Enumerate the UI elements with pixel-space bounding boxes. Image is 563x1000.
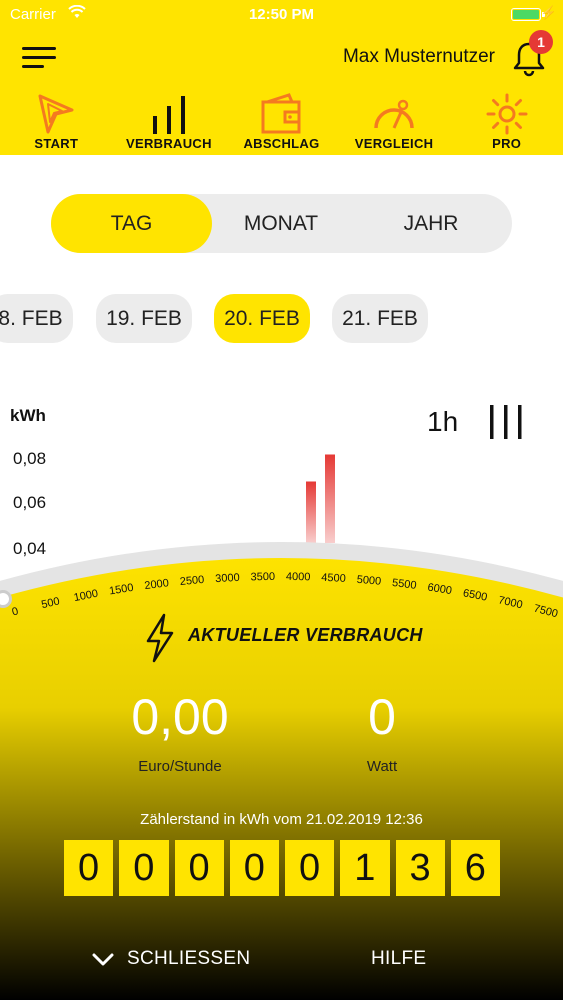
gauge-tick-label: 2500	[179, 574, 204, 588]
date-chip[interactable]: 21. FEB	[332, 294, 428, 343]
gauge-tick-label: 4000	[286, 571, 311, 583]
segment-monat[interactable]: MONAT	[206, 194, 356, 253]
menu-line	[22, 65, 44, 68]
date-chip-selected[interactable]: 20. FEB	[214, 294, 310, 343]
status-bar: Carrier 12:50 PM ⚡	[0, 0, 563, 30]
start-arrow-icon	[38, 94, 74, 134]
nav-item-abschlag[interactable]: ABSCHLAG	[225, 90, 338, 152]
gauge-panel: 0500 1000 1500 2000 2500 3000 3500 4000 4500 5000…	[0, 542, 563, 1000]
meter-digit: 0	[229, 840, 279, 896]
nav-label: START	[34, 136, 79, 151]
menu-line	[22, 56, 56, 59]
nav-label: VERGLEICH	[354, 136, 434, 151]
meter-digit: 0	[119, 840, 169, 896]
gauge-tick-label: 3000	[215, 572, 240, 585]
nav-item-start[interactable]: START	[0, 90, 113, 152]
header-bar: Carrier 12:50 PM ⚡ Max Musternutzer 1 ST…	[0, 0, 563, 155]
power-value: 0	[368, 689, 396, 745]
notification-badge: 1	[529, 30, 553, 54]
menu-line	[22, 47, 56, 50]
date-chip[interactable]: 19. FEB	[96, 294, 192, 343]
meter-digit: 0	[174, 840, 224, 896]
lightning-icon	[146, 613, 174, 663]
chevron-down-icon[interactable]	[92, 951, 114, 969]
charging-icon: ⚡	[540, 5, 557, 20]
meter-digit: 0	[64, 840, 114, 896]
cost-value: 0,00	[131, 689, 229, 745]
gauge-tick-label: 3500	[250, 571, 275, 583]
clock: 12:50 PM	[248, 6, 315, 23]
segment-jahr[interactable]: JAHR	[356, 194, 506, 253]
nav-item-vergleich[interactable]: VERGLEICH	[338, 90, 451, 152]
nav-label: PRO	[492, 136, 522, 151]
gauge-icon	[374, 99, 414, 129]
username: Max Musternutzer	[342, 46, 495, 67]
date-chip[interactable]: 8. FEB	[0, 294, 73, 343]
meter-reading-caption: Zählerstand in kWh vom 21.02.2019 12:36	[140, 811, 423, 828]
nav-label: VERBRAUCH	[126, 136, 212, 151]
meter-digit: 0	[285, 840, 335, 896]
close-button[interactable]: SCHLIESSEN	[127, 948, 250, 970]
gauge-tick-label: 5000	[356, 574, 381, 588]
period-segmented-control: TAG MONAT JAHR	[51, 194, 512, 253]
meter-digits: 0 0 0 0 0 1 3 6	[64, 840, 500, 896]
segment-tag[interactable]: TAG	[51, 194, 212, 253]
chart-bar	[325, 454, 335, 543]
menu-button[interactable]	[22, 45, 56, 71]
help-button[interactable]: HILFE	[371, 948, 426, 970]
gauge-tick-label: 4500	[321, 572, 346, 585]
nav-label: ABSCHLAG	[243, 136, 320, 151]
power-unit: Watt	[366, 758, 398, 775]
consumption-bars-icon	[152, 96, 185, 134]
meter-digit: 3	[395, 840, 445, 896]
nav-item-pro[interactable]: PRO	[450, 90, 563, 152]
sun-icon	[486, 93, 528, 135]
chart-bar	[306, 481, 316, 543]
wallet-icon	[261, 93, 301, 134]
battery-icon	[511, 8, 541, 21]
meter-digit: 1	[340, 840, 390, 896]
gauge-title: AKTUELLER VERBRAUCH	[188, 625, 423, 645]
main-nav: START VERBRAUCH ABSCHLAG VERGLEICH PRO	[0, 90, 563, 152]
meter-digit: 6	[450, 840, 500, 896]
cost-unit: Euro/Stunde	[138, 758, 222, 775]
nav-item-verbrauch[interactable]: VERBRAUCH	[113, 90, 226, 152]
